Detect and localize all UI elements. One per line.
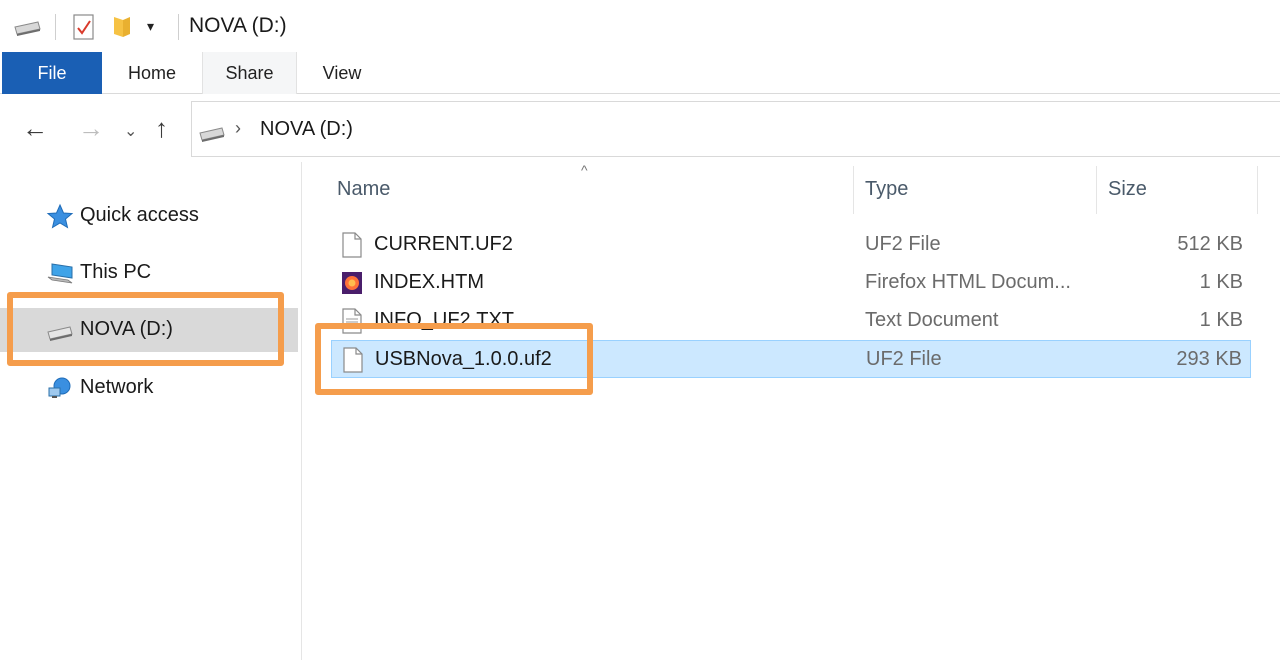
- file-list: ^ Name Type Size CURRENT.UF2 UF2 File 51…: [303, 162, 1280, 660]
- ribbon-tabs: File Home Share View: [0, 52, 1280, 94]
- drive-icon[interactable]: [12, 18, 42, 36]
- file-size: 1 KB: [1199, 271, 1243, 293]
- tab-view[interactable]: View: [297, 52, 387, 94]
- window-title: NOVA (D:): [189, 14, 287, 37]
- toolbar-separator: [55, 14, 56, 40]
- properties-icon[interactable]: [72, 13, 96, 41]
- star-icon: [46, 203, 74, 229]
- tab-home[interactable]: Home: [102, 52, 202, 94]
- file-type: UF2 File: [865, 233, 941, 255]
- navigation-bar: ← → ⌄ ↑ › NOVA (D:): [0, 94, 1280, 162]
- forward-arrow-icon[interactable]: →: [78, 114, 104, 142]
- back-arrow-icon[interactable]: ←: [22, 114, 48, 142]
- network-icon: [48, 377, 71, 398]
- file-type: Text Document: [865, 309, 999, 331]
- column-header-name[interactable]: Name: [337, 178, 390, 201]
- file-type: Firefox HTML Docum...: [865, 271, 1071, 293]
- sidebar-item-this-pc[interactable]: This PC: [0, 251, 298, 295]
- file-size: 512 KB: [1177, 233, 1243, 255]
- file-type: UF2 File: [866, 348, 942, 370]
- drive-icon: [199, 127, 225, 142]
- column-resize-handle[interactable]: [1257, 166, 1258, 214]
- sort-ascending-icon: ^: [581, 162, 588, 178]
- address-bar[interactable]: › NOVA (D:): [191, 101, 1280, 157]
- breadcrumb-chevron-icon[interactable]: ›: [235, 118, 241, 139]
- sidebar-item-network[interactable]: Network: [0, 366, 298, 410]
- sidebar-item-label: Network: [80, 376, 154, 398]
- up-arrow-icon[interactable]: ↑: [155, 114, 168, 142]
- file-size: 293 KB: [1176, 348, 1242, 370]
- column-resize-handle[interactable]: [853, 166, 854, 214]
- navigation-pane: Quick access This PC NOVA (D:) Network: [0, 162, 302, 660]
- highlight-box-nova-drive: [7, 292, 284, 366]
- column-header-type[interactable]: Type: [865, 178, 908, 201]
- sidebar-item-label: Quick access: [80, 204, 199, 226]
- customize-dropdown-icon[interactable]: ▾: [147, 18, 154, 35]
- sidebar-item-quick-access[interactable]: Quick access: [0, 194, 298, 238]
- highlight-box-usbnova-file: [315, 323, 593, 395]
- file-size: 1 KB: [1199, 309, 1243, 331]
- file-row-index-htm[interactable]: INDEX.HTM Firefox HTML Docum... 1 KB: [331, 264, 1251, 302]
- file-row-current-uf2[interactable]: CURRENT.UF2 UF2 File 512 KB: [331, 226, 1251, 264]
- new-folder-icon[interactable]: [111, 14, 133, 38]
- file-icon: [342, 232, 362, 258]
- file-name: CURRENT.UF2: [374, 233, 513, 255]
- sidebar-item-label: This PC: [80, 261, 152, 283]
- toolbar-separator: [178, 14, 179, 40]
- column-header-size[interactable]: Size: [1108, 178, 1147, 201]
- firefox-html-icon: [342, 272, 362, 294]
- tab-file[interactable]: File: [2, 52, 102, 94]
- breadcrumb-item-nova[interactable]: NOVA (D:): [260, 118, 353, 141]
- recent-locations-chevron-icon[interactable]: ⌄: [124, 118, 137, 146]
- computer-icon: [47, 263, 73, 284]
- column-resize-handle[interactable]: [1096, 166, 1097, 214]
- file-name: INDEX.HTM: [374, 271, 484, 293]
- tab-share[interactable]: Share: [202, 52, 297, 94]
- title-bar: ▾ NOVA (D:): [0, 0, 1280, 52]
